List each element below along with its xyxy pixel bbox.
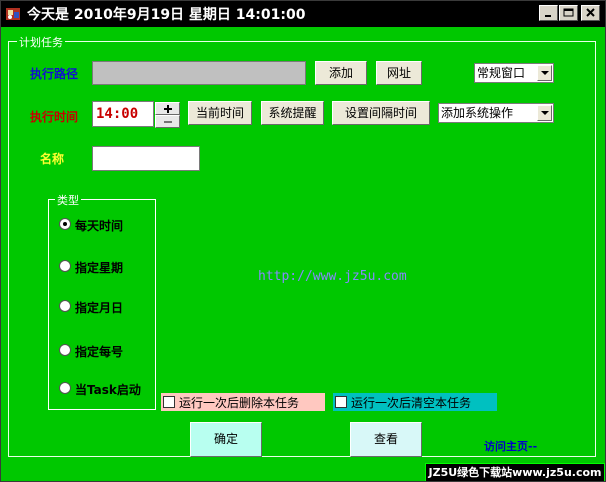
radio-month-day-circle[interactable] bbox=[59, 300, 71, 312]
name-input[interactable] bbox=[92, 146, 200, 171]
radio-task-start-label: 当Task启动 bbox=[75, 383, 141, 397]
chevron-down-icon bbox=[541, 71, 549, 75]
title-bar[interactable]: 今天是 2010年9月19日 星期日 14:01:00 bbox=[1, 1, 605, 27]
window-mode-select[interactable]: 常规窗口 bbox=[474, 63, 554, 83]
view-button[interactable]: 查看 bbox=[350, 422, 422, 457]
exec-time-input[interactable]: 14:00 bbox=[92, 101, 154, 127]
radio-weekday-circle[interactable] bbox=[59, 260, 71, 272]
radio-daily-label: 每天时间 bbox=[75, 219, 124, 233]
radio-month-day-label: 指定月日 bbox=[75, 301, 124, 315]
website-url-text: http://www.jz5u.com bbox=[258, 269, 407, 284]
window-mode-value: 常规窗口 bbox=[477, 66, 526, 80]
set-interval-button[interactable]: 设置间隔时间 bbox=[332, 101, 430, 125]
clear-after-run-label: 运行一次后清空本任务 bbox=[351, 396, 472, 410]
confirm-button[interactable]: 确定 bbox=[190, 422, 262, 457]
maximize-icon bbox=[563, 8, 574, 17]
system-action-select[interactable]: 添加系统操作 bbox=[438, 103, 554, 123]
minimize-button[interactable] bbox=[539, 5, 558, 21]
add-button[interactable]: 添加 bbox=[315, 61, 367, 85]
delete-after-run-box[interactable] bbox=[163, 396, 175, 408]
main-window: 今天是 2010年9月19日 星期日 14:01:00 计划任务 执行路径 添加… bbox=[0, 0, 606, 482]
close-icon bbox=[586, 8, 595, 17]
delete-after-run-label: 运行一次后删除本任务 bbox=[179, 396, 300, 410]
radio-day-number-circle[interactable] bbox=[59, 344, 71, 356]
system-alert-button[interactable]: 系统提醒 bbox=[261, 101, 324, 125]
clear-after-run-box[interactable] bbox=[335, 396, 347, 408]
exec-path-label: 执行路径 bbox=[30, 67, 79, 81]
scheduled-task-legend: 计划任务 bbox=[17, 34, 65, 50]
current-time-button[interactable]: 当前时间 bbox=[188, 101, 252, 125]
app-icon bbox=[6, 8, 20, 20]
system-action-value: 添加系统操作 bbox=[441, 106, 514, 120]
radio-day-number-label: 指定每号 bbox=[75, 345, 124, 359]
visit-homepage-link[interactable]: 访问主页-- bbox=[484, 438, 537, 454]
radio-task-start-circle[interactable] bbox=[59, 382, 71, 394]
chevron-down-icon bbox=[541, 111, 549, 115]
exec-path-input[interactable] bbox=[92, 61, 306, 85]
site-watermark: JZ5U绿色下载站www.jz5u.com bbox=[425, 463, 605, 481]
name-label: 名称 bbox=[40, 152, 65, 166]
delete-after-run-checkbox[interactable]: 运行一次后删除本任务 bbox=[161, 393, 325, 411]
close-button[interactable] bbox=[581, 5, 600, 21]
minus-icon bbox=[164, 121, 172, 123]
clear-after-run-checkbox[interactable]: 运行一次后清空本任务 bbox=[333, 393, 497, 411]
type-legend: 类型 bbox=[55, 192, 81, 208]
window-mode-dropdown[interactable] bbox=[537, 65, 552, 81]
radio-daily-circle[interactable] bbox=[59, 218, 71, 230]
maximize-button[interactable] bbox=[559, 5, 578, 21]
time-spin-up-button[interactable] bbox=[155, 102, 180, 115]
url-button[interactable]: 网址 bbox=[376, 61, 422, 85]
plus-icon bbox=[164, 105, 172, 113]
minimize-icon bbox=[545, 15, 551, 17]
system-action-dropdown[interactable] bbox=[537, 105, 552, 121]
time-spin-down-button[interactable] bbox=[155, 115, 180, 128]
exec-time-label: 执行时间 bbox=[30, 110, 79, 124]
radio-weekday-label: 指定星期 bbox=[75, 261, 124, 275]
window-title: 今天是 2010年9月19日 星期日 14:01:00 bbox=[27, 7, 306, 23]
